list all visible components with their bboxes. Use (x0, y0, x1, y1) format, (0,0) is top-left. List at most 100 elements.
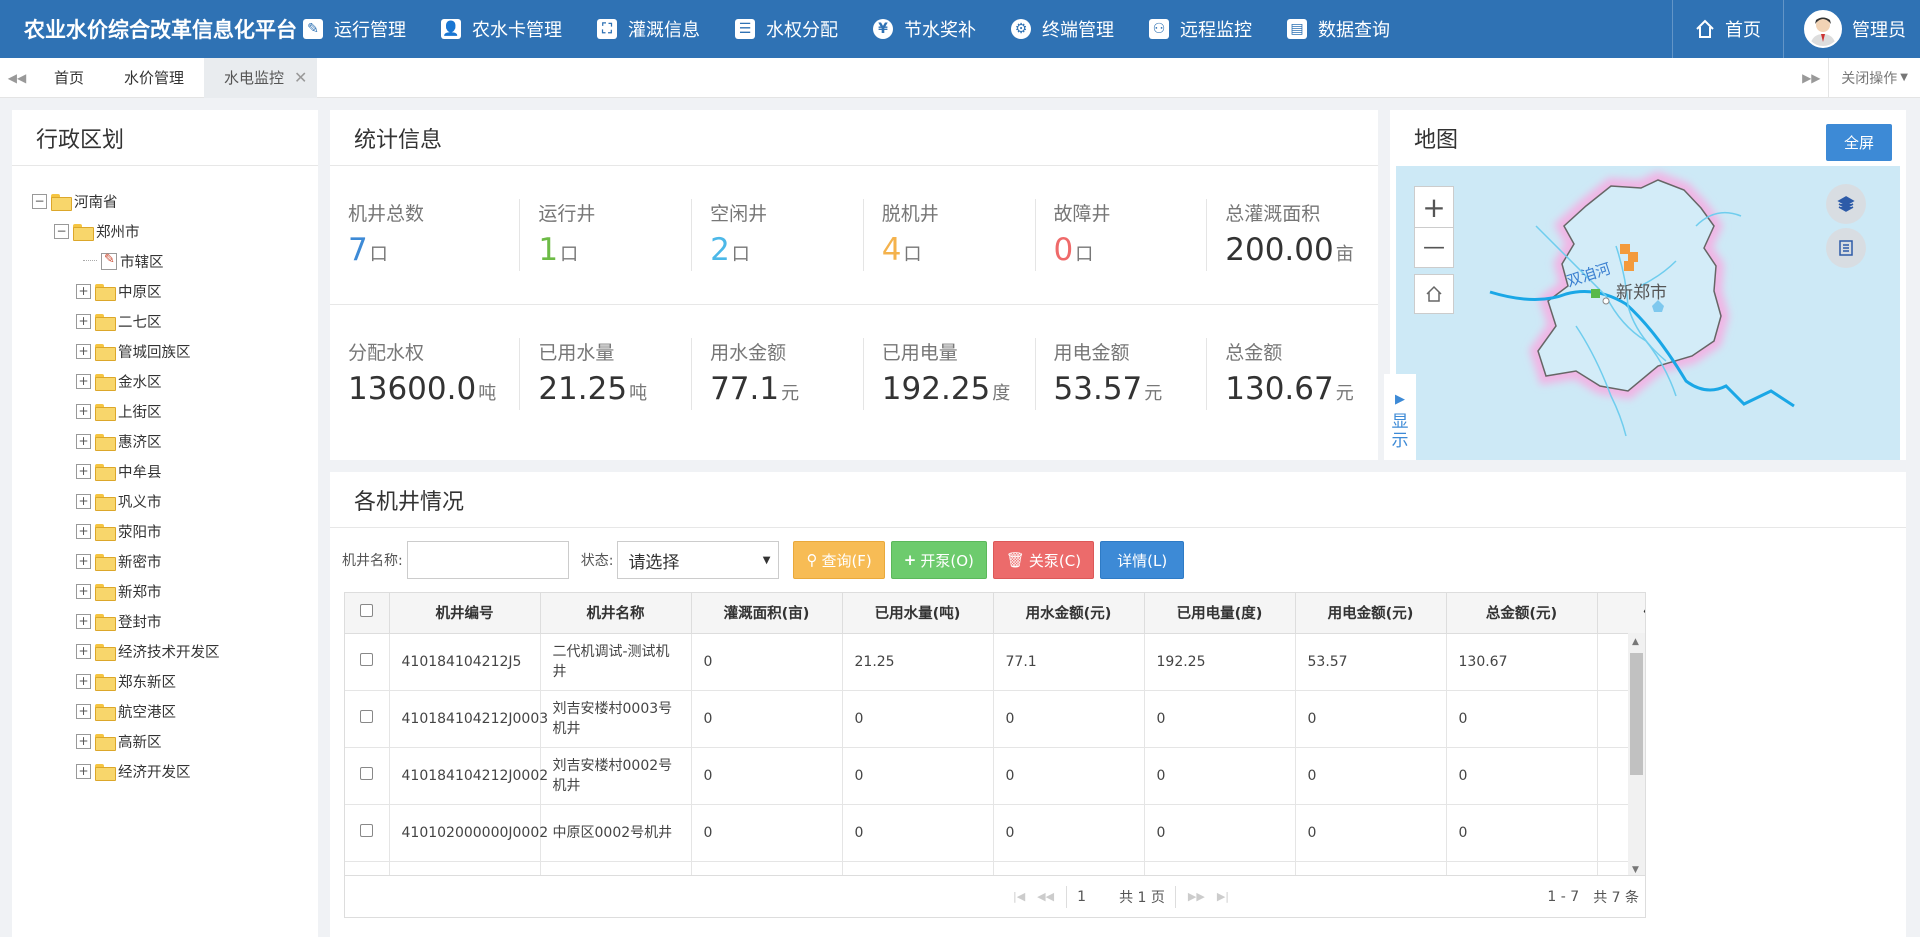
legend-button[interactable] (1826, 228, 1866, 268)
collapse-icon[interactable]: − (54, 223, 69, 239)
tree-node-district[interactable]: + 新密市 (32, 546, 318, 576)
close-pump-label: 关泵(C) (1028, 551, 1082, 570)
tree-node-district[interactable]: + 惠济区 (32, 426, 318, 456)
tree-node-district[interactable]: + 中牟县 (32, 456, 318, 486)
scroll-up-icon[interactable]: ▲ (1632, 637, 1639, 647)
expand-icon[interactable]: + (76, 283, 91, 299)
last-page-icon[interactable]: ▶| (1217, 890, 1229, 903)
collapse-icon[interactable]: − (32, 193, 47, 209)
expand-icon[interactable]: + (76, 523, 91, 539)
expand-icon[interactable]: + (76, 733, 91, 749)
column-header[interactable]: 总金额(元) (1446, 593, 1598, 634)
fullscreen-button[interactable]: 全屏 (1825, 124, 1892, 161)
expand-icon[interactable]: + (76, 403, 91, 419)
row-checkbox[interactable] (345, 633, 390, 691)
tree-node-district[interactable]: + 郑东新区 (32, 666, 318, 696)
tree-node-district[interactable]: + 金水区 (32, 366, 318, 396)
column-header[interactable]: 用水金额(元) (993, 593, 1145, 634)
detail-button[interactable]: 详情(L) (1100, 541, 1185, 579)
prev-page-icon[interactable]: ◀◀ (1037, 890, 1054, 903)
row-checkbox[interactable] (345, 804, 390, 862)
expand-icon[interactable]: + (76, 613, 91, 629)
select-all-checkbox[interactable] (345, 593, 390, 634)
tree-node-district[interactable]: + 二七区 (32, 306, 318, 336)
column-header[interactable]: 用电金额(元) (1295, 593, 1447, 634)
nav-item-0[interactable]: ✎ 运行管理 (290, 0, 428, 58)
expand-icon[interactable]: + (76, 433, 91, 449)
column-header[interactable]: 已用电量(度) (1144, 593, 1296, 634)
table-scrollbar[interactable]: ▲ ▼ (1628, 633, 1645, 877)
expand-icon[interactable]: + (76, 493, 91, 509)
expand-icon[interactable]: + (76, 463, 91, 479)
nav-item-4[interactable]: ¥ 节水奖补 (860, 0, 998, 58)
table-row[interactable]: 410184104212J0003刘吉安楼村0003号机井000000空闲 (345, 690, 1645, 748)
expand-icon[interactable]: + (76, 553, 91, 569)
zoom-out-button[interactable]: — (1415, 227, 1453, 267)
layers-button[interactable] (1826, 184, 1866, 224)
first-page-icon[interactable]: |◀ (1013, 890, 1025, 903)
column-header[interactable]: 灌溉面积(亩) (691, 593, 843, 634)
home-nav-link[interactable]: 首页 (1672, 0, 1784, 58)
nav-item-2[interactable]: ⛶ 灌溉信息 (584, 0, 722, 58)
expand-icon[interactable]: + (76, 673, 91, 689)
tree-node-province[interactable]: − 河南省 (32, 186, 318, 216)
tree-node-leaf[interactable]: 市辖区 (32, 246, 318, 276)
user-menu[interactable]: 管理员 (1784, 0, 1920, 58)
tree-node-district[interactable]: + 登封市 (32, 606, 318, 636)
column-header[interactable]: 已用水量(吨) (842, 593, 994, 634)
tab-scroll-left-button[interactable]: ◀◀ (0, 58, 34, 98)
nav-item-6[interactable]: ⚇ 远程监控 (1136, 0, 1274, 58)
tree-node-district[interactable]: + 新郑市 (32, 576, 318, 606)
next-page-icon[interactable]: ▶▶ (1188, 890, 1205, 903)
tree-node-district[interactable]: + 中原区 (32, 276, 318, 306)
total-pages: 共 1 页 (1119, 889, 1165, 906)
table-row[interactable]: 410102000000J0002中原区0002号机井000000脱机 (345, 804, 1645, 862)
tree-node-district[interactable]: + 管城回族区 (32, 336, 318, 366)
show-panel-toggle[interactable]: ▶ 显 示 (1384, 374, 1416, 460)
tab-hydro-monitor[interactable]: 水电监控 ✕ (204, 57, 318, 98)
expand-icon[interactable]: + (76, 763, 91, 779)
expand-icon[interactable]: + (76, 703, 91, 719)
tab-home[interactable]: 首页 (34, 58, 104, 98)
status-select[interactable]: 请选择 ▼ (617, 541, 780, 579)
close-icon[interactable]: ✕ (294, 68, 307, 87)
query-button[interactable]: ⚲ 查询(F) (793, 541, 885, 579)
well-name-input[interactable] (406, 541, 569, 579)
close-operations-menu[interactable]: 关闭操作 ▼ (1828, 57, 1920, 98)
nav-item-5[interactable]: ⚙ 终端管理 (998, 0, 1136, 58)
tab-scroll-right-button[interactable]: ▶▶ (1794, 58, 1828, 98)
scroll-thumb[interactable] (1630, 653, 1643, 775)
expand-icon[interactable]: + (76, 313, 91, 329)
map-canvas[interactable]: 双洎河 新郑市 + — (1396, 166, 1900, 460)
table-row[interactable]: 410184104212J5 二代机调试-测试机井 0 21.25 77.1 192.25… (345, 633, 1645, 691)
row-checkbox[interactable] (345, 747, 390, 805)
row-checkbox[interactable] (345, 690, 390, 748)
nav-item-7[interactable]: ▤ 数据查询 (1274, 0, 1412, 58)
tree-node-district[interactable]: + 上街区 (32, 396, 318, 426)
scroll-down-icon[interactable]: ▼ (1632, 865, 1639, 875)
tree-node-district[interactable]: + 荥阳市 (32, 516, 318, 546)
expand-icon[interactable]: + (76, 373, 91, 389)
tree-node-district[interactable]: + 经济开发区 (32, 756, 318, 786)
cell-id: 410184104212J0003 (389, 690, 548, 748)
column-header[interactable]: 机井编号 (389, 593, 541, 634)
expand-icon[interactable]: + (76, 343, 91, 359)
tab-water-price[interactable]: 水价管理 (104, 58, 204, 98)
expand-icon[interactable]: + (76, 643, 91, 659)
table-row[interactable]: 410184104212J0002刘吉安楼村0002号机井000000使用中 (345, 747, 1645, 805)
close-pump-button[interactable]: 🗑 关泵(C) (992, 541, 1095, 579)
tree-node-district[interactable]: + 航空港区 (32, 696, 318, 726)
zoom-in-button[interactable]: + (1415, 187, 1453, 227)
column-header[interactable]: 机井名称 (540, 593, 692, 634)
nav-item-1[interactable]: 👤 农水卡管理 (428, 0, 584, 58)
nav-item-3[interactable]: ☰ 水权分配 (722, 0, 860, 58)
tree-node-district[interactable]: + 巩义市 (32, 486, 318, 516)
column-header[interactable]: 信号强度 (1597, 593, 1645, 634)
open-pump-button[interactable]: + 开泵(O) (890, 541, 987, 579)
tree-node-city[interactable]: − 郑州市 (32, 216, 318, 246)
tree-node-district[interactable]: + 经济技术开发区 (32, 636, 318, 666)
page-number-input[interactable]: 1 (1077, 889, 1113, 905)
tree-node-district[interactable]: + 高新区 (32, 726, 318, 756)
map-home-button[interactable] (1414, 274, 1454, 314)
expand-icon[interactable]: + (76, 583, 91, 599)
